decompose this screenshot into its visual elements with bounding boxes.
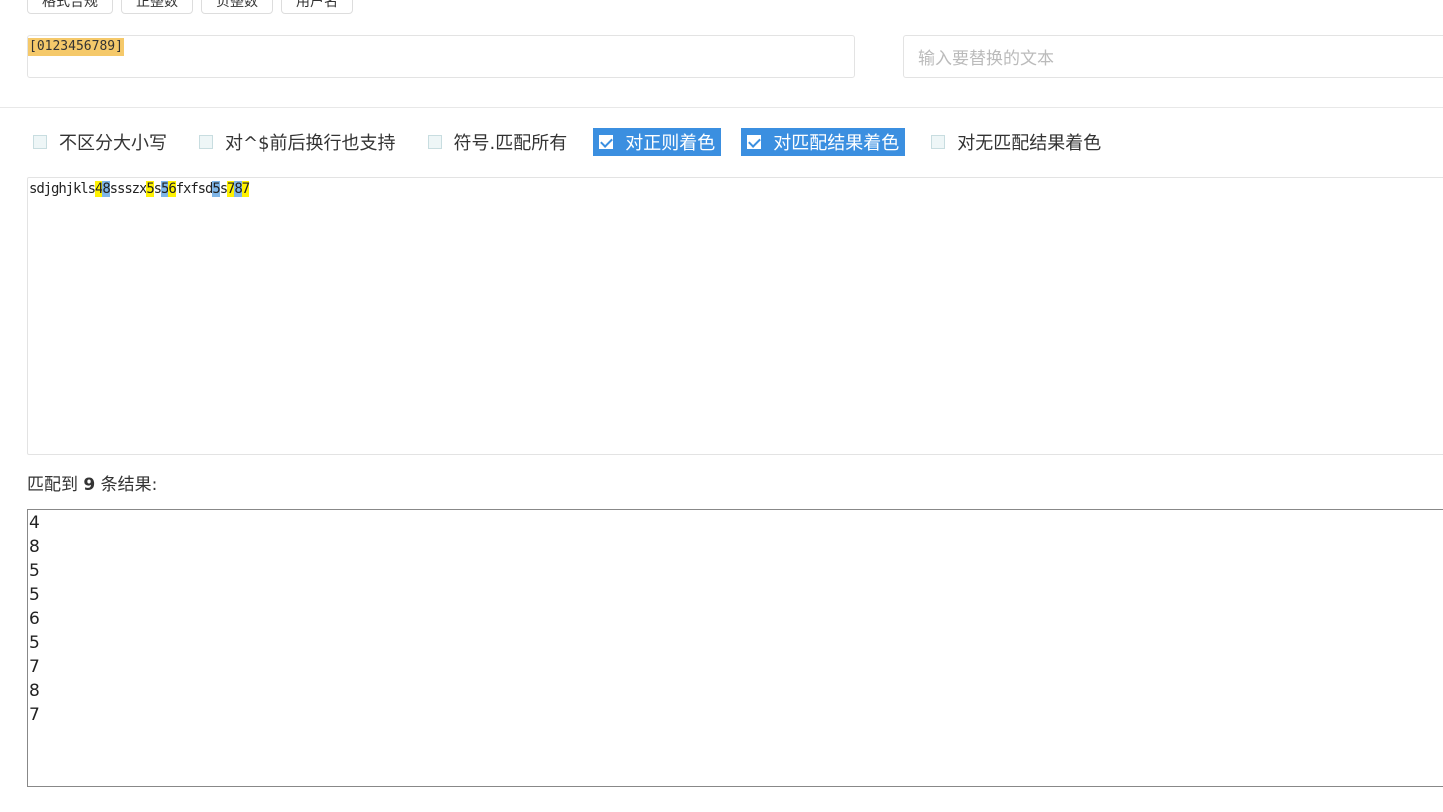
text-segment: ssszx xyxy=(109,181,148,197)
preset-button-negative-int[interactable]: 负整数 xyxy=(201,0,273,14)
divider xyxy=(0,107,1443,108)
result-line: 4 xyxy=(29,513,40,533)
text-segment: sdjghjkls xyxy=(29,181,96,197)
checkbox-icon[interactable] xyxy=(199,135,213,149)
result-output[interactable]: 4 8 5 5 6 5 7 8 7 xyxy=(27,509,1443,787)
preset-button-username[interactable]: 用户名 xyxy=(281,0,353,14)
text-segment: fxfsd xyxy=(175,181,214,197)
checkbox-icon[interactable] xyxy=(33,135,47,149)
option-label: 对无匹配结果着色 xyxy=(957,133,1102,154)
options-bar: 不区分大小写 对^$前后换行也支持 符号.匹配所有 对正则着色 对匹配结果着色 … xyxy=(27,128,1127,156)
checkbox-checked-icon[interactable] xyxy=(747,135,762,149)
checkbox-checked-icon[interactable] xyxy=(599,135,614,149)
result-line: 5 xyxy=(29,585,40,605)
result-summary: 匹配到 9 条结果: xyxy=(27,470,157,495)
text-segment: s xyxy=(219,181,228,197)
preset-buttons: 格式合规 正整数 负整数 用户名 xyxy=(27,0,353,14)
option-multiline[interactable]: 对^$前后换行也支持 xyxy=(193,128,402,156)
result-line: 7 xyxy=(29,657,40,677)
option-color-matches[interactable]: 对匹配结果着色 xyxy=(741,128,906,156)
result-prefix: 匹配到 xyxy=(27,475,78,495)
result-line: 8 xyxy=(29,681,40,701)
match-highlight: 5 xyxy=(146,181,155,197)
preset-button-positive-int[interactable]: 正整数 xyxy=(121,0,193,14)
replace-input[interactable]: 输入要替换的文本 xyxy=(903,35,1443,78)
option-color-nonmatches[interactable]: 对无匹配结果着色 xyxy=(925,128,1107,156)
option-label: 不区分大小写 xyxy=(59,133,167,154)
option-label: 符号.匹配所有 xyxy=(453,133,568,154)
test-text-area[interactable]: sdjghjkls48ssszx5s56fxfsd5s787 xyxy=(27,177,1443,455)
match-highlight: 5 xyxy=(212,181,221,197)
option-ignore-case[interactable]: 不区分大小写 xyxy=(27,128,173,156)
match-highlight: 8 xyxy=(234,181,243,197)
match-highlight: 8 xyxy=(102,181,111,197)
regex-input[interactable]: [0123456789] xyxy=(27,35,855,78)
test-text: sdjghjkls48ssszx5s56fxfsd5s787 xyxy=(29,179,250,199)
checkbox-icon[interactable] xyxy=(427,135,442,149)
option-label: 对正则着色 xyxy=(625,133,716,154)
option-color-regex[interactable]: 对正则着色 xyxy=(593,128,722,156)
result-suffix: 条结果: xyxy=(100,475,158,495)
result-line: 6 xyxy=(29,609,40,629)
result-line: 5 xyxy=(29,561,40,581)
result-line: 5 xyxy=(29,633,40,653)
result-line: 8 xyxy=(29,537,40,557)
match-highlight: 7 xyxy=(241,181,250,197)
checkbox-icon[interactable] xyxy=(931,135,946,149)
option-label: 对^$前后换行也支持 xyxy=(225,133,396,154)
replace-placeholder: 输入要替换的文本 xyxy=(918,49,1054,69)
regex-value: [0123456789] xyxy=(28,38,124,56)
option-dotall[interactable]: 符号.匹配所有 xyxy=(422,128,574,156)
result-count: 9 xyxy=(83,475,96,495)
text-segment: s xyxy=(153,181,162,197)
result-list: 4 8 5 5 6 5 7 8 7 xyxy=(28,511,40,727)
preset-button-format[interactable]: 格式合规 xyxy=(27,0,113,14)
result-line: 7 xyxy=(29,705,40,725)
option-label: 对匹配结果着色 xyxy=(773,133,900,154)
match-highlight: 6 xyxy=(168,181,177,197)
